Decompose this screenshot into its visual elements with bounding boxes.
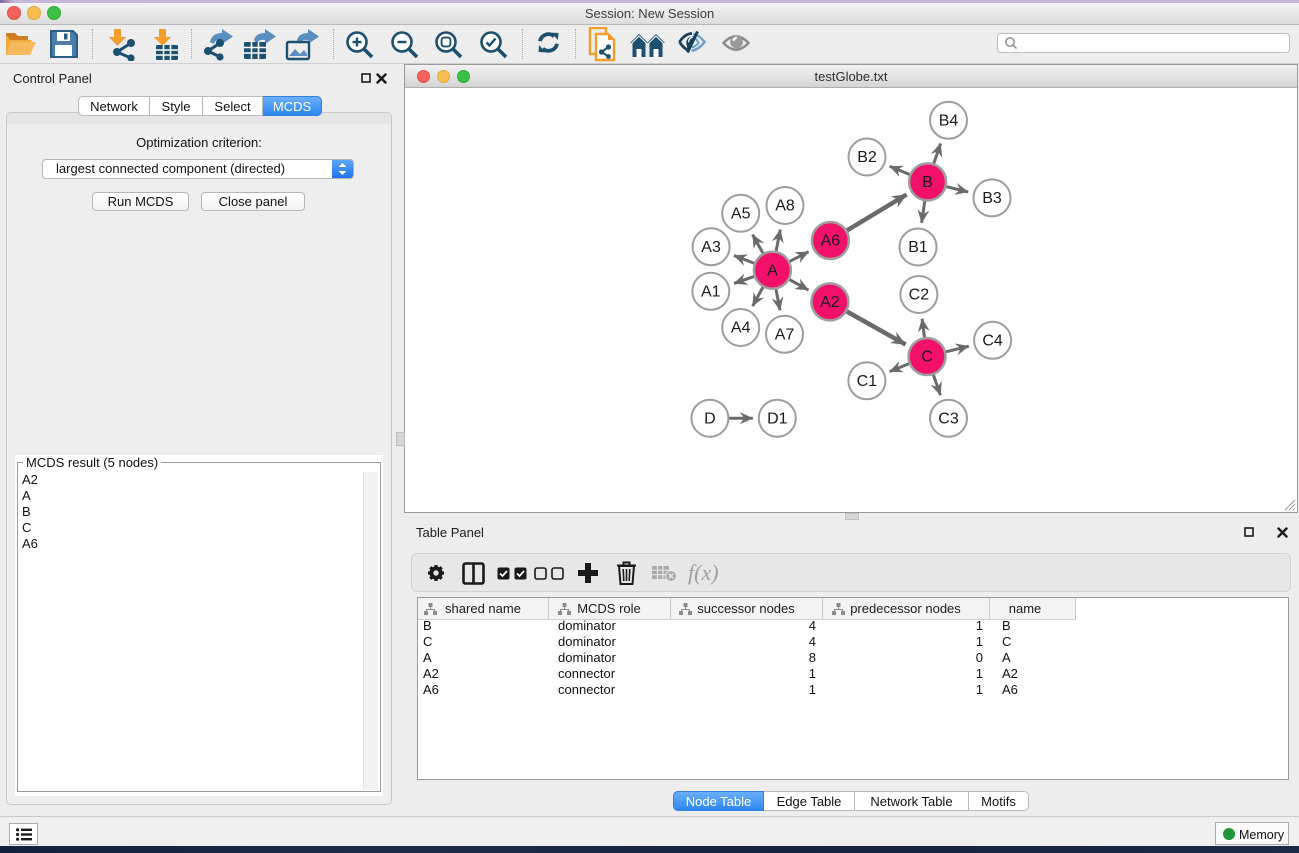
svg-text:B4: B4: [939, 113, 959, 130]
svg-text:A: A: [767, 262, 778, 279]
svg-text:C: C: [921, 349, 933, 366]
svg-text:C4: C4: [982, 333, 1003, 350]
svg-text:A8: A8: [775, 198, 795, 215]
svg-text:B3: B3: [982, 190, 1002, 207]
svg-text:A1: A1: [701, 284, 721, 301]
svg-text:A3: A3: [701, 239, 721, 256]
svg-text:A6: A6: [821, 233, 841, 250]
svg-text:C3: C3: [938, 410, 959, 427]
svg-text:B2: B2: [857, 149, 877, 166]
svg-text:C1: C1: [857, 373, 878, 390]
svg-text:B1: B1: [908, 239, 928, 256]
svg-text:A5: A5: [731, 205, 751, 222]
svg-text:A4: A4: [731, 320, 751, 337]
svg-text:A2: A2: [820, 294, 840, 311]
svg-text:D: D: [704, 410, 716, 427]
svg-text:B: B: [922, 174, 933, 191]
svg-text:C2: C2: [909, 287, 930, 304]
svg-text:D1: D1: [767, 410, 788, 427]
svg-text:A7: A7: [775, 327, 795, 344]
